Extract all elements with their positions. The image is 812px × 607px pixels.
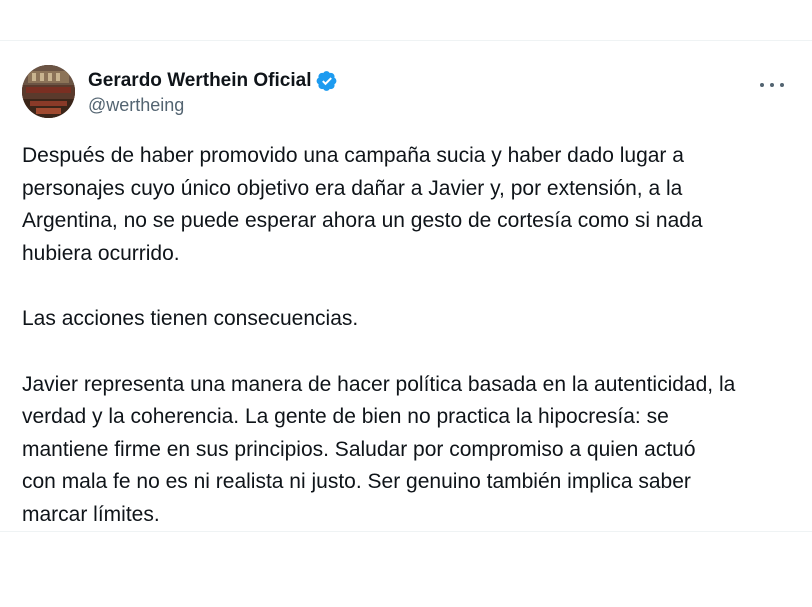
more-dot [760,83,764,87]
tweet-paragraph-3: Javier representa una manera de hacer po… [22,372,736,526]
author-handle[interactable]: @wertheing [88,95,338,116]
more-dot [780,83,784,87]
avatar[interactable] [22,65,75,118]
tweet-header: Gerardo Werthein Oficial @wertheing [22,65,790,121]
tweet-paragraph-2: Las acciones tienen consecuencias. [22,307,359,330]
tweet-paragraph-1: Después de haber promovido una campaña s… [22,144,703,265]
more-options-icon[interactable] [760,77,784,93]
tweet-text: Después de haber promovido una campaña s… [22,140,792,531]
tweet-card: Gerardo Werthein Oficial @wertheing Desp… [0,40,812,532]
more-dot [770,83,774,87]
author-display-name[interactable]: Gerardo Werthein Oficial [88,70,311,92]
verified-badge-icon [316,70,338,92]
name-row: Gerardo Werthein Oficial [88,69,338,93]
avatar-image [22,65,75,118]
author-info: Gerardo Werthein Oficial @wertheing [88,69,338,116]
